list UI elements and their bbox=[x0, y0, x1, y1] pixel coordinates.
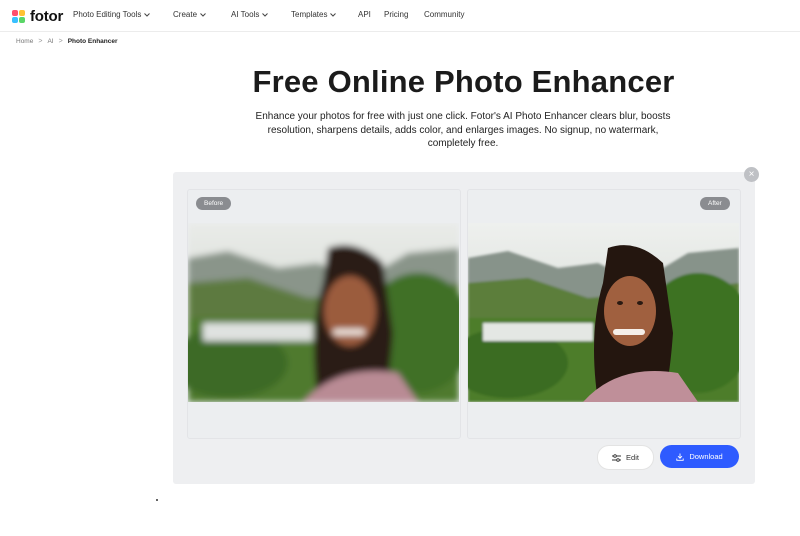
nav-label: Create bbox=[173, 10, 198, 19]
top-nav: fotor Photo Editing Tools Create AI Tool… bbox=[0, 0, 800, 32]
nav-create[interactable]: Create bbox=[173, 10, 206, 19]
before-badge: Before bbox=[196, 197, 232, 210]
chevron-down-icon bbox=[262, 12, 269, 17]
after-image bbox=[468, 223, 739, 402]
breadcrumb: Home > AI > Photo Enhancer bbox=[16, 38, 118, 45]
logo-text: fotor bbox=[30, 7, 64, 25]
nav-photo-editing-tools[interactable]: Photo Editing Tools bbox=[73, 10, 151, 19]
breadcrumb-separator: > bbox=[58, 38, 63, 45]
nav-api[interactable]: API bbox=[358, 10, 371, 19]
cursor-dot bbox=[156, 499, 158, 501]
nav-label: Community bbox=[424, 10, 465, 19]
fotor-logo[interactable]: fotor bbox=[12, 7, 64, 25]
breadcrumb-ai[interactable]: AI bbox=[47, 38, 53, 45]
nav-label: Photo Editing Tools bbox=[73, 10, 142, 19]
breadcrumb-current: Photo Enhancer bbox=[67, 38, 118, 45]
chevron-down-icon bbox=[144, 12, 151, 17]
edit-button[interactable]: Edit bbox=[597, 445, 654, 470]
sliders-icon bbox=[612, 453, 622, 462]
nav-label: Templates bbox=[291, 10, 328, 19]
nav-label: API bbox=[358, 10, 371, 19]
after-badge: After bbox=[700, 197, 730, 210]
nav-label: AI Tools bbox=[231, 10, 260, 19]
download-label: Download bbox=[689, 452, 723, 461]
page-subtitle: Enhance your photos for free with just o… bbox=[255, 111, 671, 149]
breadcrumb-separator: > bbox=[38, 38, 43, 45]
fotor-logo-icon bbox=[12, 9, 25, 23]
nav-pricing[interactable]: Pricing bbox=[384, 10, 408, 19]
download-button[interactable]: Download bbox=[660, 445, 739, 468]
nav-label: Pricing bbox=[384, 10, 409, 19]
nav-templates[interactable]: Templates bbox=[291, 10, 337, 19]
chevron-down-icon bbox=[330, 12, 337, 17]
download-icon bbox=[676, 453, 684, 461]
edit-label: Edit bbox=[626, 453, 639, 462]
nav-ai-tools[interactable]: AI Tools bbox=[231, 10, 269, 19]
nav-community[interactable]: Community bbox=[424, 10, 464, 19]
breadcrumb-home[interactable]: Home bbox=[16, 38, 33, 45]
chevron-down-icon bbox=[200, 12, 206, 17]
page-title: Free Online Photo Enhancer bbox=[252, 64, 675, 99]
close-icon[interactable]: × bbox=[744, 167, 759, 182]
before-image bbox=[188, 223, 459, 402]
